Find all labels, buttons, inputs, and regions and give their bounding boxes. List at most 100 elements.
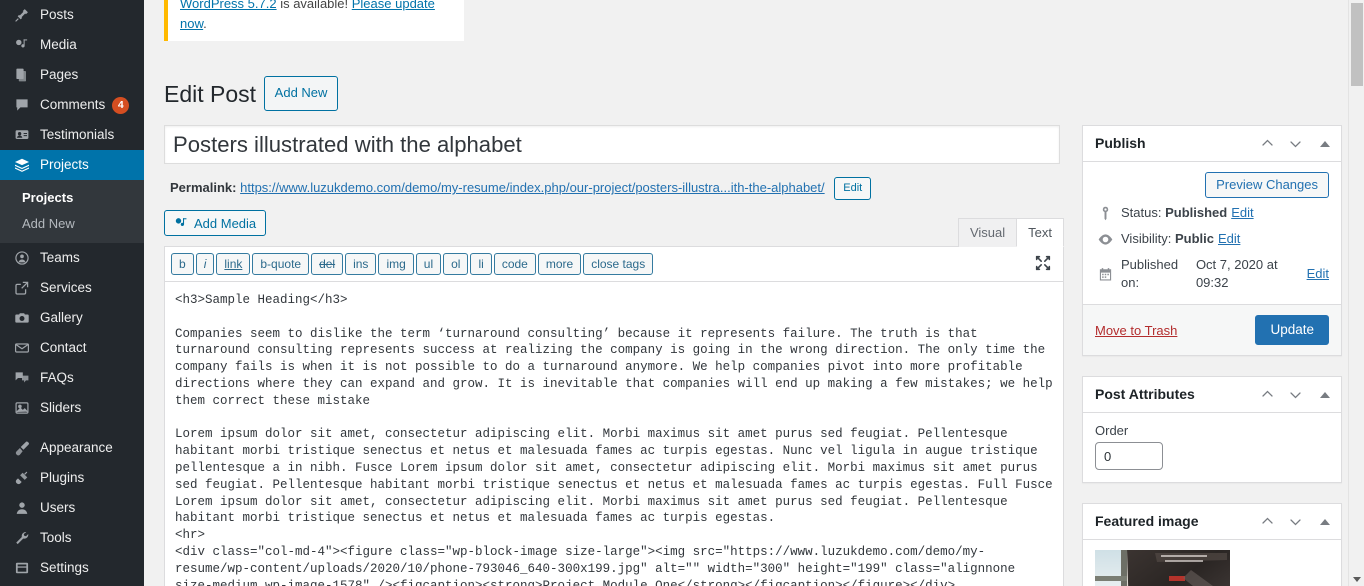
featured-image-body — [1083, 540, 1341, 586]
sidebar-item-label: Appearance — [40, 440, 113, 455]
comment-icon — [10, 95, 34, 115]
move-down-icon[interactable] — [1281, 129, 1309, 159]
quicktag-code[interactable]: code — [493, 253, 536, 276]
quicktag-b[interactable]: b — [171, 253, 194, 276]
wordpress-version-link[interactable]: WordPress 5.7.2 — [180, 0, 277, 11]
sidebar-item-plugins[interactable]: Plugins — [0, 463, 144, 493]
move-up-icon[interactable] — [1253, 507, 1281, 537]
sidebar-item-tools[interactable]: Tools — [0, 523, 144, 553]
featured-image-thumbnail[interactable] — [1095, 550, 1230, 586]
editor-tabs: Visual Text — [957, 218, 1064, 248]
post-attributes-body: Order — [1083, 413, 1341, 482]
post-sidebar: Publish Preview Changes Status: Publishe… — [1082, 125, 1342, 586]
quicktag-link[interactable]: link — [216, 253, 251, 276]
quicktag-i[interactable]: i — [195, 253, 215, 276]
page-scrollbar[interactable] — [1348, 0, 1364, 586]
update-button[interactable]: Update — [1255, 315, 1329, 345]
sidebar-item-posts[interactable]: Posts — [0, 0, 144, 30]
sidebar-item-sliders[interactable]: Sliders — [0, 393, 144, 423]
submenu-item-add-new[interactable]: Add New — [0, 211, 144, 237]
quicktag-li[interactable]: li — [470, 253, 492, 276]
editor-tab-text[interactable]: Text — [1016, 218, 1064, 248]
sidebar-item-users[interactable]: Users — [0, 493, 144, 523]
sidebar-separator — [0, 423, 144, 433]
permalink-row: Permalink: https://www.luzukdemo.com/dem… — [164, 176, 1064, 201]
move-down-icon[interactable] — [1281, 380, 1309, 410]
plugin-icon — [10, 468, 34, 488]
publish-metabox-body: Preview Changes Status: Published Edit V… — [1083, 162, 1341, 304]
sidebar-item-contact[interactable]: Contact — [0, 333, 144, 363]
post-title-input[interactable] — [164, 125, 1060, 164]
preview-row: Preview Changes — [1095, 172, 1329, 198]
sidebar-item-label: Pages — [40, 67, 79, 82]
toggle-panel-icon[interactable] — [1309, 507, 1341, 537]
post-attributes-title: Post Attributes — [1095, 385, 1195, 402]
sidebar-item-settings[interactable]: Settings — [0, 553, 144, 583]
sidebar-item-appearance[interactable]: Appearance — [0, 433, 144, 463]
faq-icon — [10, 368, 34, 388]
media-icon — [10, 35, 34, 55]
move-up-icon[interactable] — [1253, 129, 1281, 159]
move-up-icon[interactable] — [1253, 380, 1281, 410]
toggle-panel-icon[interactable] — [1309, 129, 1341, 159]
featured-image-metabox: Featured image — [1082, 503, 1342, 586]
preview-changes-button[interactable]: Preview Changes — [1205, 172, 1329, 198]
quicktag-close-tags[interactable]: close tags — [583, 253, 654, 276]
scrollbar-thumb[interactable] — [1351, 3, 1363, 86]
quicktag-ul[interactable]: ul — [415, 253, 442, 276]
edit-permalink-button[interactable]: Edit — [834, 177, 872, 201]
post-content-textarea[interactable]: <h3>Sample Heading</h3> Companies seem t… — [165, 282, 1063, 586]
visibility-value: Public — [1174, 231, 1214, 246]
sidebar-item-label: Testimonials — [40, 127, 115, 142]
move-down-icon[interactable] — [1281, 507, 1309, 537]
sidebar-item-projects[interactable]: Projects — [0, 150, 144, 180]
media-buttons-row: Add Media Visual Text — [164, 210, 1064, 248]
visibility-label: Visibility: — [1121, 231, 1172, 246]
quicktag-del[interactable]: del — [311, 253, 344, 276]
toggle-panel-icon[interactable] — [1309, 380, 1341, 410]
sidebar-item-testimonials[interactable]: Testimonials — [0, 120, 144, 150]
projects-icon — [10, 155, 34, 175]
add-new-button[interactable]: Add New — [263, 76, 339, 111]
sidebar-item-media[interactable]: Media — [0, 30, 144, 60]
order-input[interactable] — [1095, 442, 1163, 470]
sidebar-item-faqs[interactable]: FAQs — [0, 363, 144, 393]
sidebar-item-label: Teams — [40, 250, 80, 265]
services-icon — [10, 278, 34, 298]
edit-visibility-link[interactable]: Edit — [1218, 230, 1240, 248]
order-label: Order — [1095, 423, 1129, 438]
publish-metabox: Publish Preview Changes Status: Publishe… — [1082, 125, 1342, 356]
edit-status-link[interactable]: Edit — [1231, 204, 1253, 222]
user-icon — [10, 498, 34, 518]
quicktag-more[interactable]: more — [537, 253, 582, 276]
quicktag-img[interactable]: img — [378, 253, 414, 276]
publish-metabox-title: Publish — [1095, 134, 1146, 151]
submenu-item-projects[interactable]: Projects — [0, 185, 144, 211]
move-to-trash-link[interactable]: Move to Trash — [1095, 323, 1177, 338]
quicktag-ol[interactable]: ol — [443, 253, 469, 276]
sidebar-item-teams[interactable]: Teams — [0, 243, 144, 273]
sidebar-item-comments[interactable]: Comments 4 — [0, 90, 144, 120]
settings-icon — [10, 558, 34, 578]
featured-image-header: Featured image — [1083, 504, 1341, 540]
permalink-link[interactable]: https://www.luzukdemo.com/demo/my-resume… — [240, 180, 825, 195]
teams-icon — [10, 248, 34, 268]
quicktag-ins[interactable]: ins — [345, 253, 377, 276]
published-on-value: Oct 7, 2020 at 09:32 — [1195, 257, 1278, 290]
notice-text-end: . — [203, 15, 207, 31]
editor-tab-visual[interactable]: Visual — [957, 218, 1018, 248]
sidebar-item-gallery[interactable]: Gallery — [0, 303, 144, 333]
edit-published-date-link[interactable]: Edit — [1307, 265, 1329, 283]
post-body-content: Permalink: https://www.luzukdemo.com/dem… — [164, 125, 1064, 586]
sidebar-item-pages[interactable]: Pages — [0, 60, 144, 90]
publish-actions: Move to Trash Update — [1083, 304, 1341, 355]
quicktag-b-quote[interactable]: b-quote — [252, 253, 310, 276]
comments-count-badge: 4 — [112, 96, 130, 114]
sidebar-item-label: Comments — [40, 97, 106, 112]
fullscreen-icon[interactable] — [1034, 254, 1054, 274]
sidebar-item-services[interactable]: Services — [0, 273, 144, 303]
sidebar-item-label: Settings — [40, 560, 89, 575]
scrollbar-down-arrow[interactable] — [1353, 577, 1361, 582]
featured-image-title: Featured image — [1095, 512, 1199, 529]
add-media-button[interactable]: Add Media — [164, 210, 267, 237]
